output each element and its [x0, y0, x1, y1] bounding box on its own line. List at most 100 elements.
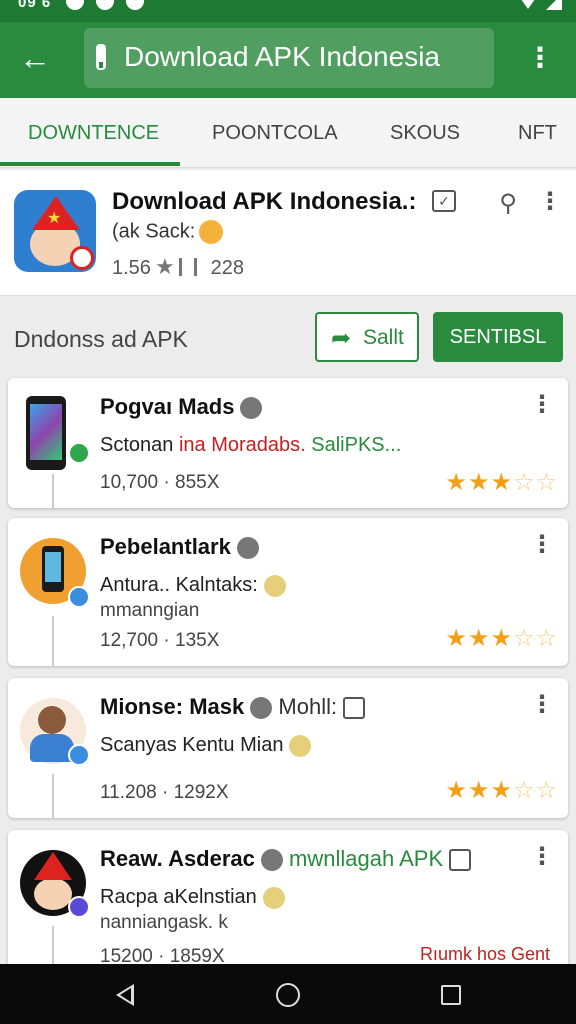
signal-icon [546, 0, 562, 10]
app-bar: ← Download APK Indonesia ⋮ [0, 22, 576, 98]
item-description: Antura.. Kalntaks: [100, 574, 286, 597]
more-vert-icon[interactable]: ⋮ [530, 390, 554, 419]
primary-button[interactable]: SENTIBSL [433, 312, 563, 362]
rating-stars: ★★★☆☆ [445, 625, 558, 652]
tab-bar: DOWNTENCE POONTCOLA SKOUS NFT [0, 98, 576, 168]
thread-line [52, 474, 54, 508]
app-icon-badge [70, 246, 94, 270]
app-header-card[interactable]: ★ Download APK Indonesia.: (ak Sack: 1.5… [0, 170, 576, 296]
phone-screen [30, 404, 62, 460]
share-button-label: Sallt [363, 326, 404, 349]
list-item[interactable]: Reaw. Asderac mwnllagah APK Racpa aKelns… [8, 830, 568, 980]
phone-screen [45, 552, 61, 582]
tab-skous[interactable]: SKOUS [390, 122, 460, 145]
info-icon [262, 886, 285, 909]
item-tag: Rıumk hos Gent [419, 944, 550, 964]
home-icon [236, 537, 259, 560]
app-subtitle-text: (ak Sack: [112, 220, 196, 243]
more-vert-icon[interactable]: ⋮ [530, 842, 554, 871]
share-arrow-icon: ➦ [331, 325, 352, 352]
item-title-extra: mwnllagah APK [289, 846, 444, 871]
back-arrow-icon[interactable]: ← [14, 38, 56, 80]
character-avatar [20, 848, 90, 924]
notification-icon [126, 0, 144, 10]
item-title-extra: Mohll: [278, 694, 338, 719]
app-icon[interactable]: ★ [14, 190, 96, 272]
list-item[interactable]: Mionse: Mask Mohll: Scanyas Kentu Mian 1… [8, 678, 568, 818]
item-desc-c: SaliPKS... [305, 434, 402, 456]
thread-line [52, 616, 54, 666]
section-header: Dndonss ad APK ➦ Sallt SENTIBSL [0, 296, 576, 372]
status-time: 09 6 [18, 0, 52, 11]
app-icon-star: ★ [47, 210, 62, 227]
notification-icons [66, 0, 144, 10]
nav-recents-icon[interactable] [441, 985, 461, 1005]
calendar-icon [449, 849, 472, 872]
status-bar: 09 6 [0, 0, 576, 22]
calendar-icon[interactable]: ✓ [432, 190, 456, 212]
phone-avatar [20, 536, 90, 612]
item-desc-a: Sctonan [100, 434, 179, 456]
avatar-face [34, 878, 72, 910]
notification-icon [66, 0, 84, 10]
item-title: Pogvaı Mads [100, 394, 263, 420]
item-description: Sctonan ina Moradabs. SaliPKS... [100, 434, 401, 457]
status-indicators [518, 0, 562, 10]
app-meta: 1.56 ★ 228 [112, 254, 244, 280]
section-label: Dndonss ad APK [14, 326, 188, 352]
person-avatar [20, 696, 90, 772]
item-description: Racpa aKelnstian [100, 886, 285, 909]
item-title: Reaw. Asderac mwnllagah APK [100, 846, 472, 872]
system-nav-bar [0, 964, 576, 1024]
phone-thumbnail [20, 396, 90, 472]
nav-back-icon[interactable] [116, 984, 134, 1006]
item-description: Scanyas Kentu Mian [100, 734, 312, 757]
user-avatar-icon [250, 697, 273, 720]
item-subtext: nanniangask. k [100, 912, 228, 933]
emoji-icon [199, 220, 224, 244]
tab-poontcola[interactable]: POONTCOLA [212, 122, 338, 145]
wifi-icon [518, 0, 538, 9]
person-icon [289, 734, 312, 757]
verified-badge-icon [68, 744, 90, 766]
item-desc-text: Racpa aKelnstian [100, 886, 257, 908]
verified-badge-icon [68, 586, 90, 608]
share-button[interactable]: ➦ Sallt [315, 312, 419, 362]
item-title-text: Reaw. Asderac [100, 846, 255, 871]
item-title-text: Mionse: Mask [100, 694, 245, 719]
thread-line [52, 774, 54, 818]
notification-icon [96, 0, 114, 10]
verified-badge-icon [68, 896, 90, 918]
microphone-icon[interactable] [96, 44, 106, 70]
item-title-text: Pebelantlark [100, 534, 231, 559]
app-name: Download APK Indonesia.: [112, 188, 417, 215]
app-rating: 1.56 [112, 257, 151, 279]
item-meta: 12,700 · 135X [100, 630, 220, 651]
avatar-head [38, 706, 66, 734]
app-subtitle: (ak Sack: [112, 220, 224, 244]
avatar-hat [34, 852, 72, 880]
tab-nft[interactable]: NFT [518, 122, 557, 145]
verified-badge-icon [68, 442, 90, 464]
tab-downtence[interactable]: DOWNTENCE [28, 122, 159, 145]
home-icon [240, 397, 263, 420]
item-meta: 11.208 · 1292X [100, 782, 229, 803]
item-title-text: Pogvaı Mads [100, 394, 235, 419]
toolbar-title-box[interactable]: Download APK Indonesia [84, 28, 494, 88]
app-count: 228 [210, 257, 245, 279]
item-desc-text: Scanyas Kentu Mian [100, 734, 284, 756]
more-vert-icon[interactable]: ⋮ [526, 44, 554, 72]
list-item[interactable]: Pebelantlark Antura.. Kalntaks: mmanngia… [8, 518, 568, 666]
list-item[interactable]: Pogvaı Mads Sctonan ina Moradabs. SaliPK… [8, 378, 568, 508]
more-vert-icon[interactable]: ⋮ [536, 188, 564, 216]
rating-stars: ★★★☆☆ [445, 469, 558, 496]
nav-home-icon[interactable] [276, 983, 300, 1007]
info-icon [263, 574, 286, 597]
search-icon[interactable]: ⚲ [494, 190, 522, 218]
more-vert-icon[interactable]: ⋮ [530, 530, 554, 559]
item-title: Mionse: Mask Mohll: [100, 694, 366, 720]
more-vert-icon[interactable]: ⋮ [530, 690, 554, 719]
user-avatar-icon [260, 849, 283, 872]
item-desc-text: Antura.. Kalntaks: [100, 574, 258, 596]
item-desc-b: ina Moradabs. [178, 434, 306, 456]
